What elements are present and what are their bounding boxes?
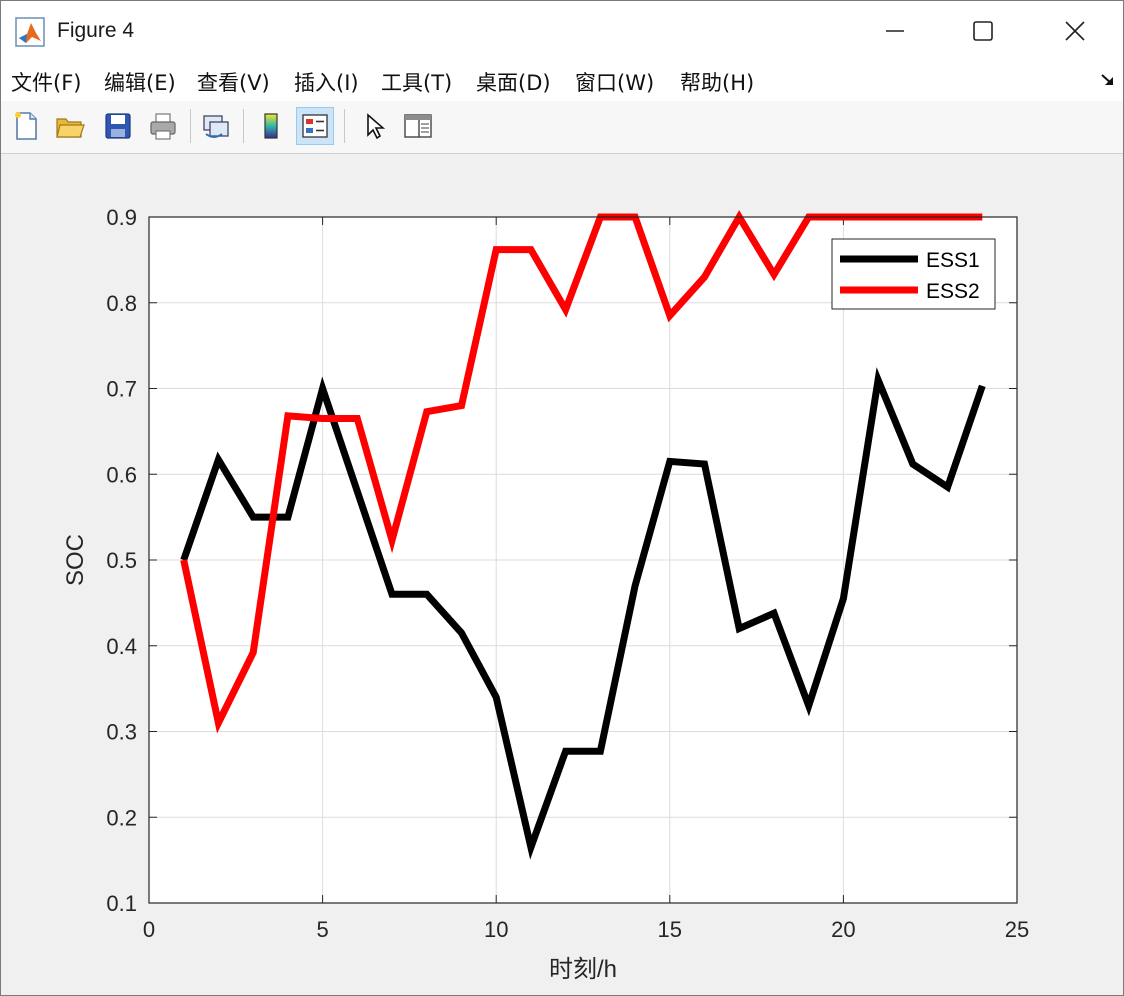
folder-open-icon [56,118,85,138]
x-tick-label: 25 [1005,917,1029,942]
edit-plot-button[interactable] [355,107,393,145]
legend-label-ess1: ESS1 [926,249,980,272]
new-figure-button[interactable] [7,107,45,145]
figure-canvas[interactable]: 0 5 10 15 20 25 0.1 0.2 0.3 0.4 0.5 0.6 0.7 0.8 0.9 ES… [1,154,1123,995]
menu-window[interactable]: 窗口(W) [575,67,654,97]
insert-colorbar-button[interactable] [252,107,290,145]
x-tick-label: 5 [316,917,328,942]
y-tick-label: 0.9 [106,205,137,230]
y-tick-label: 0.3 [106,720,137,745]
soc-line-chart[interactable]: 0 5 10 15 20 25 0.1 0.2 0.3 0.4 0.5 0.6 0.7 0.8 0.9 ES… [1,154,1123,995]
colorbar-icon [264,113,278,139]
y-tick-label: 0.2 [106,805,137,830]
printer-icon [150,113,176,140]
y-tick-label: 0.1 [106,891,137,916]
x-tick-label: 10 [484,917,508,942]
y-tick-label: 0.7 [106,377,137,402]
close-button[interactable] [1029,1,1121,61]
new-file-icon [15,112,37,140]
link-plot-button[interactable] [197,107,235,145]
open-file-button[interactable] [51,107,89,145]
panel-icon [404,114,432,138]
print-button[interactable] [144,107,182,145]
close-icon [1065,21,1085,41]
x-tick-label: 20 [831,917,855,942]
menu-help[interactable]: 帮助(H) [680,67,754,97]
menu-tools[interactable]: 工具(T) [381,67,452,97]
link-plot-icon [203,115,229,138]
menu-file[interactable]: 文件(F) [11,67,81,97]
maximize-button[interactable] [937,1,1029,61]
menu-insert[interactable]: 插入(I) [294,67,359,97]
menu-bar: 文件(F) 编辑(E) 查看(V) 插入(I) 工具(T) 桌面(D) 窗口(W… [1,61,1123,101]
window-title: Figure 4 [57,19,135,42]
matlab-logo-icon [15,17,45,47]
figure-toolbar [1,101,1123,154]
toolbar-separator [190,109,191,143]
dock-arrow-icon[interactable] [1099,71,1117,89]
legend[interactable]: ESS1 ESS2 [831,238,996,310]
y-tick-label: 0.8 [106,291,137,316]
figure-window: Figure 4 文件(F) 编辑(E) 查看(V) 插入(I) 工具(T) 桌… [0,0,1124,996]
insert-legend-button[interactable] [296,107,334,145]
menu-view[interactable]: 查看(V) [197,67,270,97]
y-tick-label: 0.4 [106,634,137,659]
y-axis-label: SOC [62,534,89,586]
menu-desktop[interactable]: 桌面(D) [476,67,551,97]
property-inspector-button[interactable] [399,107,437,145]
y-tick-label: 0.6 [106,462,137,487]
y-tick-label: 0.5 [106,548,137,573]
x-tick-label: 0 [143,917,155,942]
toolbar-separator [243,109,244,143]
save-button[interactable] [99,107,137,145]
x-tick-label: 15 [658,917,682,942]
legend-icon [302,114,328,138]
floppy-disk-icon [105,113,131,139]
menu-edit[interactable]: 编辑(E) [104,67,176,97]
arrow-pointer-icon [367,113,386,140]
maximize-icon [973,21,993,41]
title-bar[interactable]: Figure 4 [1,1,1123,61]
legend-label-ess2: ESS2 [926,280,980,303]
minimize-button[interactable] [849,1,941,61]
toolbar-separator [344,109,345,143]
minimize-icon [886,30,904,32]
x-axis-label: 时刻/h [549,956,617,983]
